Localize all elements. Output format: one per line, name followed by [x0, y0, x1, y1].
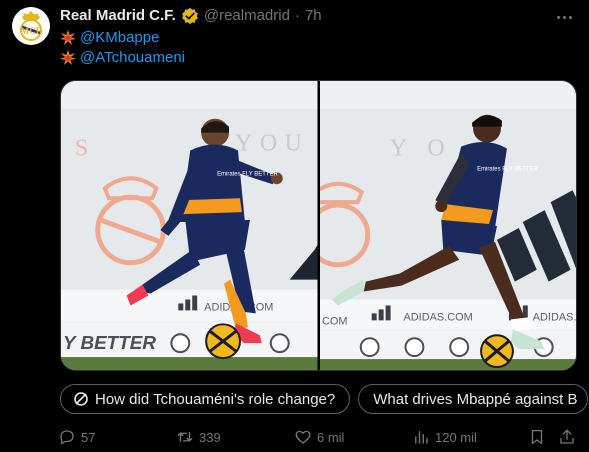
- mention-atchouameni[interactable]: @ATchouameni: [80, 48, 185, 68]
- tweet-actions: 57 339 6 mil 120 mil: [58, 426, 582, 448]
- grok-chip-label: How did Tchouaméni's role change?: [95, 390, 336, 408]
- collision-emoji-icon: [60, 30, 76, 45]
- football: [479, 334, 514, 369]
- wall-letter: U: [285, 131, 302, 157]
- shirt-text: Emirates FLY BETTER: [217, 171, 278, 177]
- repost-count: 339: [199, 429, 221, 445]
- grok-chip-label: What drives Mbappé against B: [373, 390, 578, 408]
- shirt-text: Emirates FLY BETTER: [477, 166, 538, 172]
- heart-icon: [295, 430, 311, 444]
- ad-text: ADIDAS.COM: [403, 311, 472, 323]
- repost-button[interactable]: 339: [176, 426, 221, 448]
- wall-letter: O: [260, 131, 277, 157]
- view-count: 120 mil: [435, 429, 477, 445]
- reply-icon: [60, 430, 74, 445]
- bookmark-button[interactable]: [528, 426, 546, 448]
- views-button[interactable]: 120 mil: [412, 426, 477, 448]
- tweet-text-line: @ATchouameni: [60, 48, 185, 68]
- photo-mbappe[interactable]: S Y O U ADIDAS.COM Y BETTER: [61, 81, 318, 370]
- tweet-text-line: @KMbappe: [60, 28, 159, 48]
- ad-text: ADIDAS.: [532, 311, 576, 323]
- timestamp[interactable]: 7h: [305, 6, 322, 26]
- like-button[interactable]: 6 mil: [294, 426, 344, 448]
- real-madrid-crest-icon: MCF: [20, 11, 42, 41]
- grok-icon: [74, 392, 88, 406]
- views-icon: [415, 431, 428, 444]
- grok-suggestions: How did Tchouaméni's role change? What d…: [60, 384, 589, 414]
- share-icon: [560, 429, 574, 444]
- tweet-header: Real Madrid C.F. @realmadrid · 7h: [60, 6, 322, 26]
- collision-emoji-icon: [60, 50, 76, 65]
- grok-chip[interactable]: What drives Mbappé against B: [358, 384, 589, 414]
- bookmark-icon: [531, 429, 543, 445]
- wall-letter: Y: [389, 135, 406, 161]
- football: [205, 323, 241, 360]
- display-name[interactable]: Real Madrid C.F.: [60, 6, 176, 26]
- more-options-icon[interactable]: [553, 8, 575, 26]
- svg-text:MCF: MCF: [21, 26, 42, 36]
- ad-edge-text: COM: [321, 315, 346, 327]
- wall-letter: S: [75, 135, 88, 161]
- repost-icon: [177, 431, 193, 443]
- banner-text: Y BETTER: [63, 332, 156, 353]
- separator-dot: ·: [294, 7, 300, 24]
- avatar[interactable]: MCF: [12, 7, 50, 45]
- grok-chip[interactable]: How did Tchouaméni's role change?: [60, 384, 351, 414]
- mention-kmbappe[interactable]: @KMbappe: [80, 28, 159, 48]
- media-grid: S Y O U ADIDAS.COM Y BETTER: [60, 80, 577, 371]
- wall-letter: O: [427, 135, 444, 161]
- photo-tchouameni[interactable]: Y O COM ADIDAS.COM ADIDAS. Emirates FLY …: [319, 81, 576, 370]
- like-count: 6 mil: [317, 429, 345, 445]
- verified-badge-icon[interactable]: [181, 7, 199, 25]
- reply-button[interactable]: 57: [58, 426, 95, 448]
- reply-count: 57: [81, 429, 96, 445]
- handle[interactable]: @realmadrid: [204, 6, 290, 26]
- share-button[interactable]: [558, 426, 576, 448]
